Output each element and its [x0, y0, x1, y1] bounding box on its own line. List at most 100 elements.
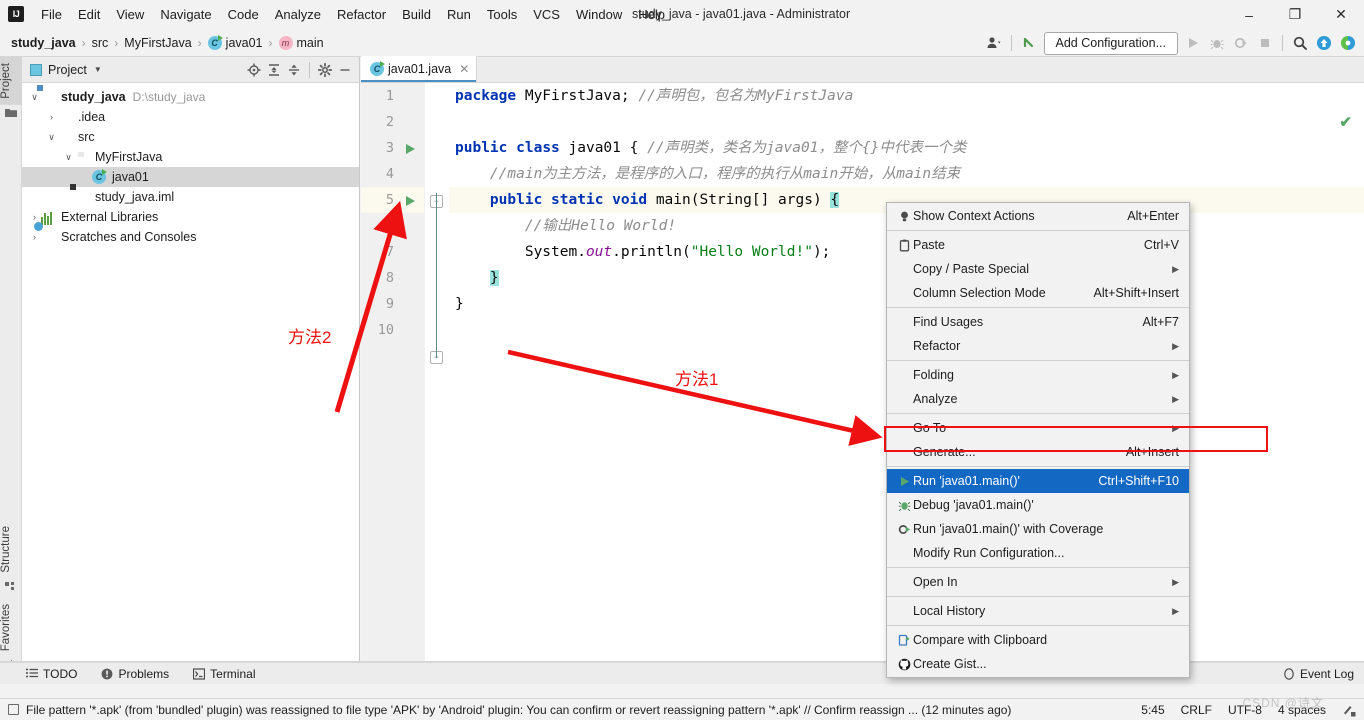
tree-node-myfirstjava[interactable]: ∨ MyFirstJava	[22, 147, 359, 167]
status-message[interactable]: File pattern '*.apk' (from 'bundled' plu…	[26, 703, 1011, 717]
breadcrumb-item-myfirstjava[interactable]: MyFirstJava	[121, 35, 194, 51]
tool-button-problems[interactable]: Problems	[101, 667, 169, 681]
context-menu-item-comparewithclipboard[interactable]: Compare with Clipboard	[887, 628, 1189, 652]
code-folding-column[interactable]: − −	[425, 83, 449, 677]
tree-node-idea[interactable]: › .idea	[22, 107, 359, 127]
menu-refactor[interactable]: Refactor	[329, 4, 394, 25]
line-number-9[interactable]: 9	[361, 291, 424, 317]
add-configuration-button[interactable]: Add Configuration...	[1043, 31, 1178, 55]
context-menu-item-showcontextactions[interactable]: Show Context Actions Alt+Enter	[887, 204, 1189, 228]
inspection-status-icon[interactable]: ✔	[1339, 113, 1352, 131]
tool-button-structure[interactable]: Structure	[0, 520, 22, 579]
hide-panel-icon[interactable]	[335, 60, 355, 80]
tool-button-project[interactable]: Project	[0, 57, 22, 105]
context-menu-item-debugjava01main[interactable]: Debug 'java01.main()'	[887, 493, 1189, 517]
run-with-coverage-icon[interactable]	[1230, 32, 1252, 54]
maximize-button[interactable]: ❐	[1272, 0, 1318, 29]
tool-button-todo[interactable]: TODO	[26, 667, 77, 681]
close-button[interactable]: ✕	[1318, 0, 1364, 29]
project-panel-title[interactable]: Project ▼	[30, 63, 102, 77]
breadcrumb-item-main[interactable]: m main	[276, 35, 327, 51]
context-menu-item-runjava01mainwithcoverage[interactable]: Run 'java01.main()' with Coverage	[887, 517, 1189, 541]
line-number-6[interactable]: 6	[361, 213, 424, 239]
indent-setting[interactable]: 4 spaces	[1278, 703, 1326, 717]
editor-gutter[interactable]: 1 2 3 4 5 6 7 8 9 10	[361, 83, 425, 677]
chevron-down-icon[interactable]: ▼	[94, 65, 102, 74]
menu-run[interactable]: Run	[439, 4, 479, 25]
tool-button-event-log[interactable]: Event Log	[1283, 667, 1354, 681]
menu-view[interactable]: View	[108, 4, 152, 25]
menu-analyze[interactable]: Analyze	[267, 4, 329, 25]
user-avatar-icon[interactable]	[983, 32, 1005, 54]
context-menu-item-analyze[interactable]: Analyze ▶	[887, 387, 1189, 411]
menu-build[interactable]: Build	[394, 4, 439, 25]
context-menu-item-runjava01main[interactable]: Run 'java01.main()' Ctrl+Shift+F10	[887, 469, 1189, 493]
chevron-down-icon[interactable]: ∨	[28, 92, 41, 103]
line-number-3[interactable]: 3	[361, 135, 424, 161]
read-write-lock-icon[interactable]	[1342, 703, 1356, 717]
line-number-5[interactable]: 5	[361, 187, 424, 213]
back-arrow-icon[interactable]	[1018, 32, 1040, 54]
context-menu-item-modifyrunconfiguration[interactable]: Modify Run Configuration...	[887, 541, 1189, 565]
code-editor[interactable]: 1 2 3 4 5 6 7 8 9 10 − − package MyFirstJava; //声…	[361, 83, 1364, 677]
line-number-4[interactable]: 4	[361, 161, 424, 187]
collapse-all-icon[interactable]	[284, 60, 304, 80]
editor-context-menu[interactable]: Show Context Actions Alt+Enter Paste Ctrl+V…	[886, 202, 1190, 678]
context-menu-item-creategist[interactable]: Create Gist...	[887, 652, 1189, 676]
menu-code[interactable]: Code	[220, 4, 267, 25]
context-menu-item-generate[interactable]: Generate... Alt+Insert	[887, 440, 1189, 464]
context-menu-item-folding[interactable]: Folding ▶	[887, 363, 1189, 387]
chevron-down-icon[interactable]: ∨	[45, 132, 58, 143]
settings-gear-icon[interactable]	[315, 60, 335, 80]
minimize-button[interactable]: –	[1226, 0, 1272, 29]
tree-node-src[interactable]: ∨ src	[22, 127, 359, 147]
context-menu-item-columnselectionmode[interactable]: Column Selection Mode Alt+Shift+Insert	[887, 281, 1189, 305]
run-icon[interactable]	[1182, 32, 1204, 54]
breadcrumb-item-studyjava[interactable]: study_java	[8, 35, 79, 51]
gutter-run-icon[interactable]	[406, 196, 415, 206]
editor-tab-java01[interactable]: C java01.java ✕	[361, 56, 478, 82]
context-menu-item-findusages[interactable]: Find Usages Alt+F7	[887, 310, 1189, 334]
tree-node-scratchesandconsoles[interactable]: › Scratches and Consoles	[22, 227, 359, 247]
context-menu-item-goto[interactable]: Go To ▶	[887, 416, 1189, 440]
line-number-1[interactable]: 1	[361, 83, 424, 109]
close-icon[interactable]: ✕	[459, 62, 469, 76]
chevron-down-icon[interactable]: ∨	[62, 152, 75, 163]
chevron-right-icon[interactable]: ›	[45, 112, 58, 122]
menu-window[interactable]: Window	[568, 4, 630, 25]
line-number-10[interactable]: 10	[361, 317, 424, 343]
line-number-7[interactable]: 7	[361, 239, 424, 265]
file-encoding[interactable]: UTF-8	[1228, 703, 1262, 717]
context-menu-item-paste[interactable]: Paste Ctrl+V	[887, 233, 1189, 257]
context-menu-item-copypastespecial[interactable]: Copy / Paste Special ▶	[887, 257, 1189, 281]
line-separator[interactable]: CRLF	[1181, 703, 1212, 717]
tool-button-favorites[interactable]: Favorites	[0, 598, 22, 657]
expand-all-icon[interactable]	[264, 60, 284, 80]
context-menu-item-refactor[interactable]: Refactor ▶	[887, 334, 1189, 358]
line-number-2[interactable]: 2	[361, 109, 424, 135]
tree-node-studyjavaiml[interactable]: study_java.iml	[22, 187, 359, 207]
menu-tools[interactable]: Tools	[479, 4, 525, 25]
breadcrumb-item-src[interactable]: src	[89, 35, 112, 51]
stop-icon[interactable]	[1254, 32, 1276, 54]
tool-button-terminal[interactable]: Terminal	[193, 667, 256, 681]
update-project-icon[interactable]	[1313, 32, 1335, 54]
chevron-right-icon[interactable]: ›	[28, 232, 41, 242]
menu-file[interactable]: File	[33, 4, 70, 25]
gutter-run-icon[interactable]	[406, 144, 415, 154]
tree-node-studyjava[interactable]: ∨ study_java D:\study_java	[22, 87, 359, 107]
ide-assistant-icon[interactable]	[1337, 32, 1359, 54]
search-everywhere-icon[interactable]	[1289, 32, 1311, 54]
menu-edit[interactable]: Edit	[70, 4, 108, 25]
debug-icon[interactable]	[1206, 32, 1228, 54]
chevron-right-icon[interactable]: ›	[28, 212, 41, 222]
context-menu-item-openin[interactable]: Open In ▶	[887, 570, 1189, 594]
menu-navigate[interactable]: Navigate	[152, 4, 219, 25]
line-number-8[interactable]: 8	[361, 265, 424, 291]
menu-vcs[interactable]: VCS	[525, 4, 568, 25]
caret-position[interactable]: 5:45	[1141, 703, 1164, 717]
breadcrumb-item-java01[interactable]: Cjava01	[205, 34, 266, 51]
context-menu-item-localhistory[interactable]: Local History ▶	[887, 599, 1189, 623]
tree-node-externallibraries[interactable]: › External Libraries	[22, 207, 359, 227]
locate-icon[interactable]	[244, 60, 264, 80]
